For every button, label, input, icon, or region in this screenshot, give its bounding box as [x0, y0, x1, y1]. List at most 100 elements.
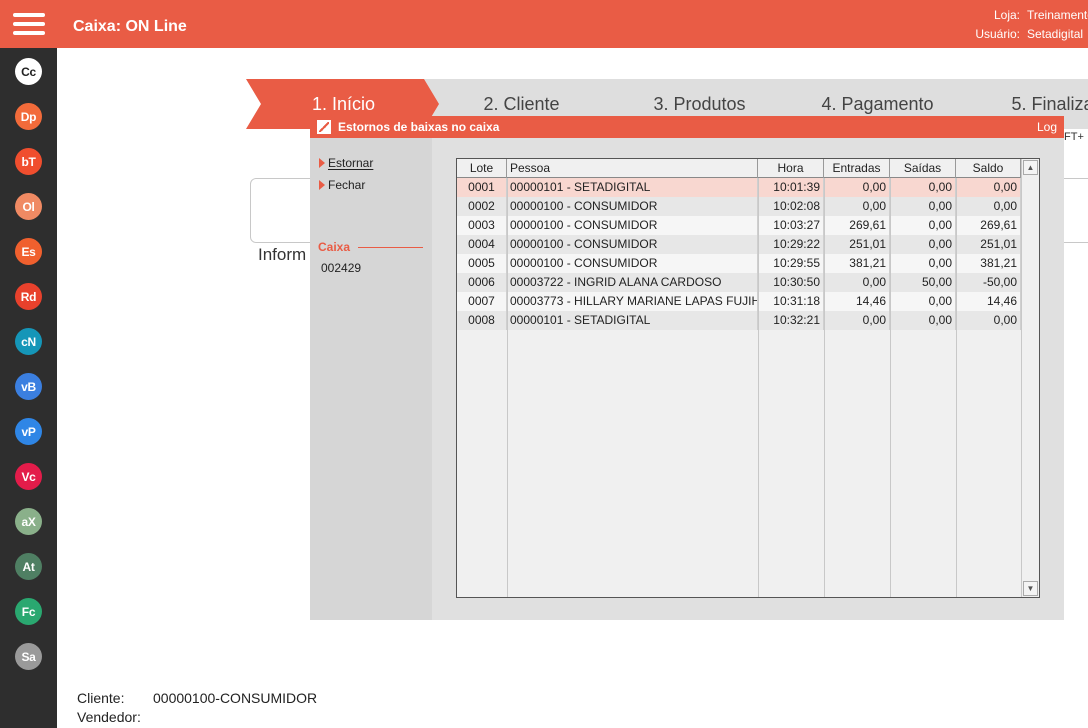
sidebar: Cc Dp bT Ol Es Rd cN vB vP Vc aX At Fc Sa — [0, 48, 57, 728]
sidebar-cn-icon[interactable]: cN — [15, 328, 42, 355]
cell-pessoa: 00000101 - SETADIGITAL — [507, 178, 758, 197]
section-divider — [358, 247, 423, 248]
cell-hora: 10:29:22 — [758, 235, 824, 254]
column-divider — [758, 178, 759, 597]
header-labels: Loja: Usuário: — [968, 6, 1020, 44]
cell-entradas: 14,46 — [824, 292, 890, 311]
fechar-action[interactable]: Fechar — [319, 178, 365, 192]
fechar-label: Fechar — [328, 178, 366, 192]
cell-hora: 10:01:39 — [758, 178, 824, 197]
estornos-dialog: Estornos de baixas no caixa Log Estornar… — [310, 116, 1064, 620]
cell-hora: 10:32:21 — [758, 311, 824, 330]
sidebar-at-icon[interactable]: At — [15, 553, 42, 580]
cell-pessoa: 00000100 - CONSUMIDOR — [507, 254, 758, 273]
cell-saidas: 0,00 — [890, 197, 956, 216]
sidebar-bt-icon[interactable]: bT — [15, 148, 42, 175]
cell-entradas: 0,00 — [824, 273, 890, 292]
table-row[interactable]: 0007 00003773 - HILLARY MARIANE LAPAS FUJ… — [457, 292, 1021, 311]
cell-lote: 0002 — [457, 197, 507, 216]
info-text: Inform — [258, 245, 307, 264]
sidebar-sa-icon[interactable]: Sa — [15, 643, 42, 670]
cell-pessoa: 00003722 - INGRID ALANA CARDOSO — [507, 273, 758, 292]
cell-saldo: 251,01 — [956, 235, 1021, 254]
cell-saidas: 0,00 — [890, 311, 956, 330]
cell-entradas: 0,00 — [824, 178, 890, 197]
hamburger-menu-icon[interactable] — [0, 0, 57, 48]
usuario-value: Setadigital — [1027, 27, 1084, 41]
estornos-grid[interactable]: Lote Pessoa Hora Entradas Saídas Saldo 0001 00… — [456, 158, 1040, 598]
scroll-up-icon[interactable]: ▲ — [1023, 160, 1038, 175]
app-title: Caixa: ON Line — [73, 18, 187, 35]
cell-pessoa: 00000100 - CONSUMIDOR — [507, 197, 758, 216]
vendedor-label: Vendedor: — [77, 709, 141, 725]
cell-lote: 0004 — [457, 235, 507, 254]
cell-lote: 0008 — [457, 311, 507, 330]
app-logo-icon — [317, 120, 331, 134]
cell-pessoa: 00000100 - CONSUMIDOR — [507, 216, 758, 235]
loja-label: Loja: — [993, 8, 1020, 22]
table-row[interactable]: 0008 00000101 - SETADIGITAL 10:32:21 0,00 0,… — [457, 311, 1021, 330]
cell-saldo: -50,00 — [956, 273, 1021, 292]
cell-saldo: 0,00 — [956, 178, 1021, 197]
grid-header: Lote Pessoa Hora Entradas Saídas Saldo — [457, 159, 1021, 178]
cell-saldo: 381,21 — [956, 254, 1021, 273]
cell-entradas: 269,61 — [824, 216, 890, 235]
sidebar-es-icon[interactable]: Es — [15, 238, 42, 265]
usuario-label: Usuário: — [975, 27, 1020, 41]
cell-pessoa: 00000100 - CONSUMIDOR — [507, 235, 758, 254]
cell-hora: 10:29:55 — [758, 254, 824, 273]
cell-saidas: 0,00 — [890, 254, 956, 273]
cell-hora: 10:03:27 — [758, 216, 824, 235]
column-divider — [507, 178, 508, 597]
sidebar-vp-icon[interactable]: vP — [15, 418, 42, 445]
table-row[interactable]: 0002 00000100 - CONSUMIDOR 10:02:08 0,00 0,0… — [457, 197, 1021, 216]
sidebar-cc-icon[interactable]: Cc — [15, 58, 42, 85]
cell-lote: 0005 — [457, 254, 507, 273]
table-row[interactable]: 0004 00000100 - CONSUMIDOR 10:29:22 251,01 0… — [457, 235, 1021, 254]
sidebar-ax-icon[interactable]: aX — [15, 508, 42, 535]
sidebar-ol-icon[interactable]: Ol — [15, 193, 42, 220]
sidebar-rd-icon[interactable]: Rd — [15, 283, 42, 310]
column-header-hora[interactable]: Hora — [758, 159, 824, 178]
sidebar-vc-icon[interactable]: Vc — [15, 463, 42, 490]
caixa-number: 002429 — [321, 261, 362, 275]
sidebar-dp-icon[interactable]: Dp — [15, 103, 42, 130]
top-header: Caixa: ON Line Loja: Usuário: Treinament… — [0, 0, 1088, 48]
cell-entradas: 381,21 — [824, 254, 890, 273]
table-row[interactable]: 0001 00000101 - SETADIGITAL 10:01:39 0,00 0,… — [457, 178, 1021, 197]
dialog-title-bar: Estornos de baixas no caixa Log — [310, 116, 1064, 138]
table-row[interactable]: 0005 00000100 - CONSUMIDOR 10:29:55 381,21 0… — [457, 254, 1021, 273]
log-link[interactable]: Log — [1037, 120, 1057, 134]
shortcut-hint: FT+ — [1064, 131, 1084, 143]
cell-saldo: 0,00 — [956, 197, 1021, 216]
cell-saidas: 0,00 — [890, 292, 956, 311]
cell-saldo: 14,46 — [956, 292, 1021, 311]
column-header-entradas[interactable]: Entradas — [824, 159, 890, 178]
column-header-lote[interactable]: Lote — [457, 159, 507, 178]
vertical-scrollbar[interactable]: ▲ ▼ — [1021, 159, 1039, 597]
column-divider — [890, 178, 891, 597]
sidebar-fc-icon[interactable]: Fc — [15, 598, 42, 625]
arrow-right-icon — [319, 158, 325, 168]
cell-saidas: 0,00 — [890, 178, 956, 197]
table-row[interactable]: 0003 00000100 - CONSUMIDOR 10:03:27 269,61 0… — [457, 216, 1021, 235]
header-values: Treinamento Setadigital — [1027, 6, 1088, 44]
dialog-side-panel: Estornar Fechar Caixa 002429 — [310, 138, 432, 620]
estornar-action[interactable]: Estornar — [319, 156, 373, 170]
table-row[interactable]: 0006 00003722 - INGRID ALANA CARDOSO 10:30… — [457, 273, 1021, 292]
cell-lote: 0001 — [457, 178, 507, 197]
cliente-label: Cliente: — [77, 690, 125, 706]
scroll-down-icon[interactable]: ▼ — [1023, 581, 1038, 596]
column-header-saidas[interactable]: Saídas — [890, 159, 956, 178]
arrow-right-icon — [319, 180, 325, 190]
cell-lote: 0007 — [457, 292, 507, 311]
cell-lote: 0006 — [457, 273, 507, 292]
dialog-title: Estornos de baixas no caixa — [338, 120, 500, 134]
cell-saidas: 0,00 — [890, 216, 956, 235]
sidebar-vb-icon[interactable]: vB — [15, 373, 42, 400]
cell-saidas: 50,00 — [890, 273, 956, 292]
column-header-pessoa[interactable]: Pessoa — [507, 159, 758, 178]
column-header-saldo[interactable]: Saldo — [956, 159, 1021, 178]
cell-hora: 10:02:08 — [758, 197, 824, 216]
caixa-section-label: Caixa — [318, 240, 351, 254]
